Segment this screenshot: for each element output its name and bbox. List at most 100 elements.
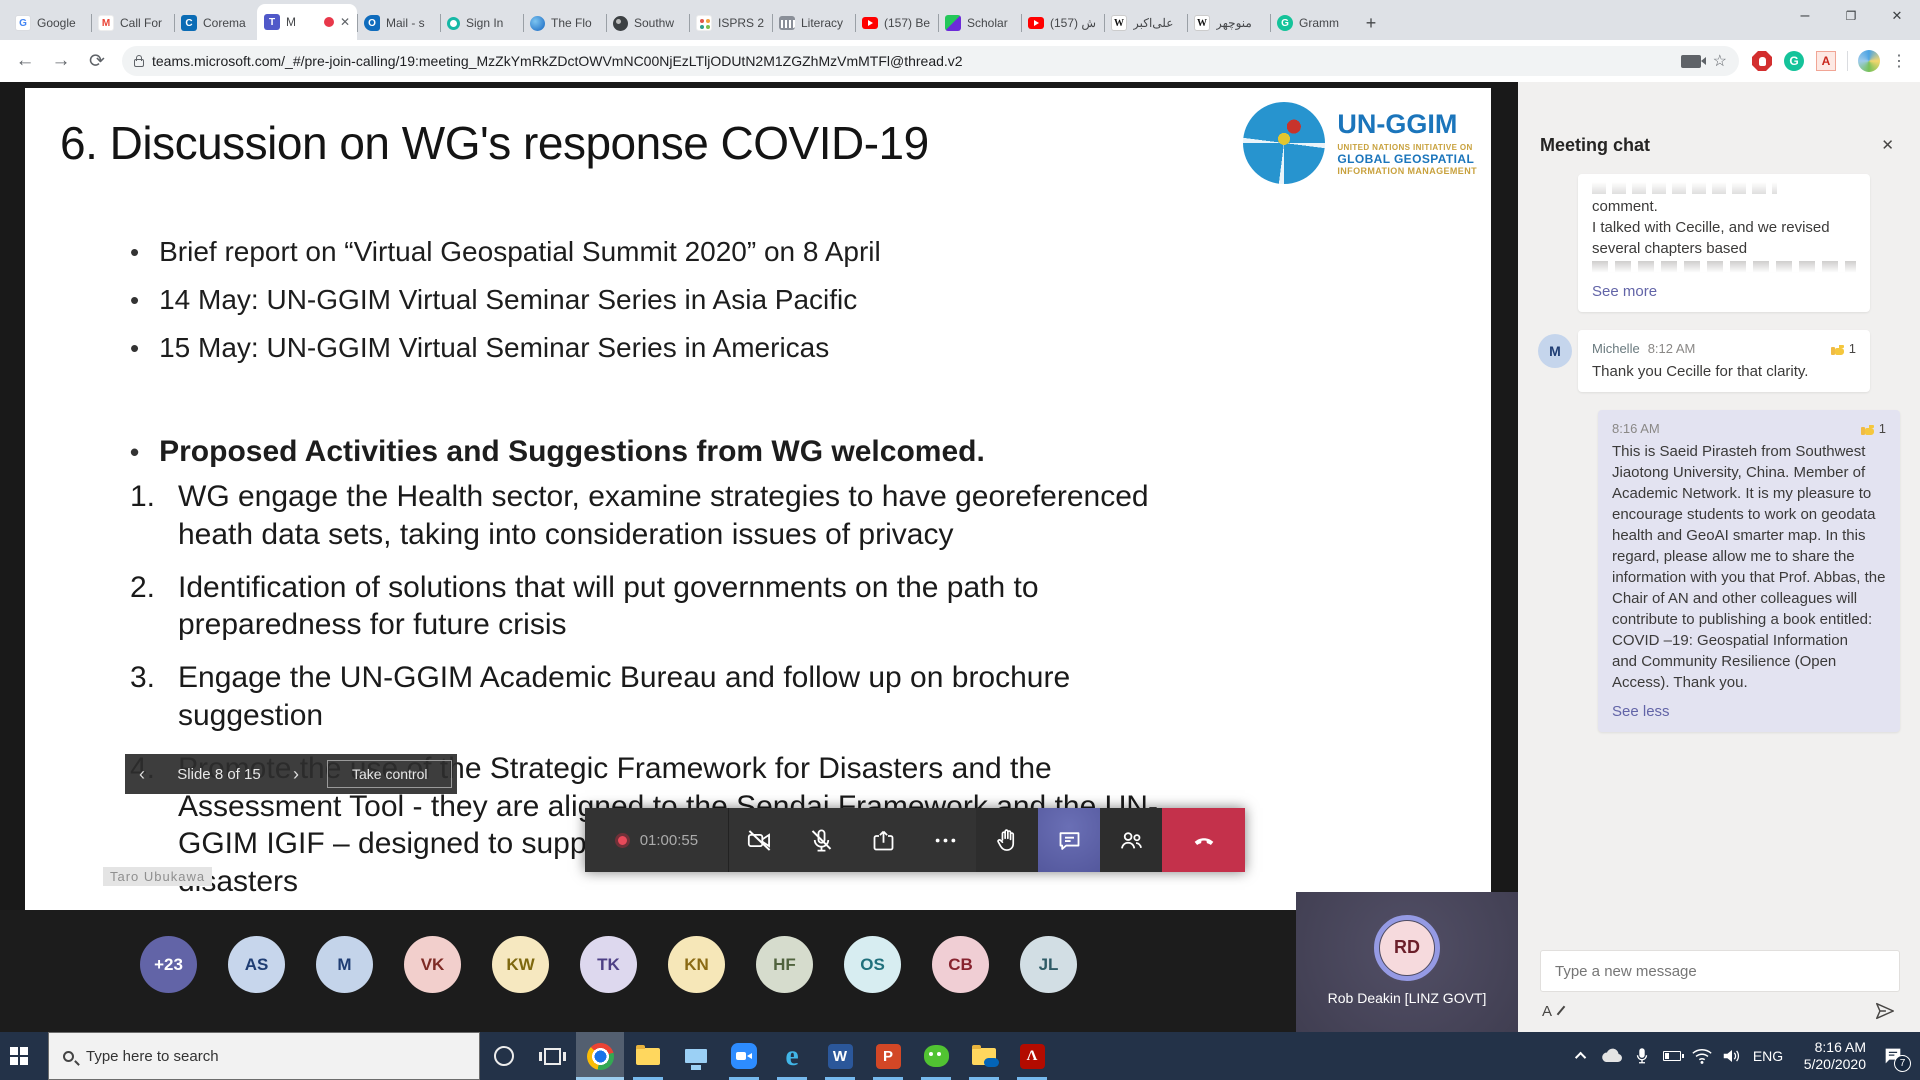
see-less-link[interactable]: See less bbox=[1612, 701, 1886, 722]
onedrive-tray-icon[interactable] bbox=[1598, 1032, 1626, 1080]
participant-avatar[interactable]: VK bbox=[404, 936, 461, 993]
sender-avatar[interactable]: M bbox=[1538, 334, 1572, 368]
participant-avatar[interactable]: JL bbox=[1020, 936, 1077, 993]
taskbar-onedrive[interactable] bbox=[960, 1032, 1008, 1080]
participant-avatar[interactable]: CB bbox=[932, 936, 989, 993]
next-slide-icon[interactable] bbox=[279, 764, 313, 785]
adobe-extension-icon[interactable]: A bbox=[1811, 46, 1841, 76]
browser-menu-icon[interactable] bbox=[1886, 51, 1912, 71]
camera-off-button[interactable] bbox=[729, 808, 791, 872]
maximize-button[interactable] bbox=[1828, 0, 1874, 32]
taskbar-clock[interactable]: 8:16 AM 5/20/2020 bbox=[1790, 1039, 1870, 1073]
taskbar-this-pc[interactable] bbox=[672, 1032, 720, 1080]
tab-close-icon[interactable]: ✕ bbox=[340, 15, 350, 29]
close-chat-icon[interactable] bbox=[1875, 132, 1900, 158]
participant-avatar[interactable]: AS bbox=[228, 936, 285, 993]
taskbar-internet-explorer[interactable]: e bbox=[768, 1032, 816, 1080]
bookmark-star-icon[interactable] bbox=[1713, 51, 1727, 71]
participant-avatar[interactable]: KW bbox=[492, 936, 549, 993]
participant-avatar[interactable]: TK bbox=[580, 936, 637, 993]
task-view-button[interactable] bbox=[528, 1032, 576, 1080]
taskbar-powerpoint[interactable]: P bbox=[864, 1032, 912, 1080]
tab-isprs[interactable]: ISPRS 2 bbox=[689, 6, 772, 40]
tab-corema[interactable]: CCorema bbox=[174, 6, 257, 40]
battery-tray-icon[interactable] bbox=[1658, 1032, 1686, 1080]
tab-signin[interactable]: Sign In bbox=[440, 6, 523, 40]
reaction-badge[interactable]: 1 bbox=[1861, 418, 1886, 439]
cortana-button[interactable] bbox=[480, 1032, 528, 1080]
participant-avatar[interactable]: OS bbox=[844, 936, 901, 993]
bullet-item-emphasis: Proposed Activities and Suggestions from… bbox=[130, 432, 1230, 473]
tab-teams-active[interactable]: T M ✕ bbox=[257, 4, 357, 40]
coursera-favicon: C bbox=[181, 15, 197, 31]
url-text[interactable]: teams.microsoft.com/_#/pre-join-calling/… bbox=[152, 53, 1673, 69]
previous-slide-icon[interactable] bbox=[125, 764, 159, 785]
taskbar-file-explorer[interactable] bbox=[624, 1032, 672, 1080]
taskbar-zoom[interactable] bbox=[720, 1032, 768, 1080]
windows-logo-icon bbox=[10, 1047, 18, 1055]
start-button[interactable] bbox=[0, 1032, 48, 1080]
taskbar-acrobat[interactable]: Λ bbox=[1008, 1032, 1056, 1080]
participant-filmstrip: +23 AS M VK KW TK KN HF OS CB JL RD Rob … bbox=[0, 910, 1518, 1032]
close-window-button[interactable] bbox=[1874, 0, 1920, 32]
tray-expand-button[interactable] bbox=[1568, 1032, 1596, 1080]
tab-literacy[interactable]: Literacy bbox=[772, 6, 855, 40]
wifi-tray-icon[interactable] bbox=[1688, 1032, 1716, 1080]
tab-wiki-2[interactable]: Wمنوچهر bbox=[1187, 6, 1270, 40]
tab-scholar[interactable]: Scholar bbox=[938, 6, 1021, 40]
back-button[interactable] bbox=[8, 44, 42, 78]
participant-avatar[interactable]: KN bbox=[668, 936, 725, 993]
grammarly-extension-icon[interactable]: G bbox=[1779, 46, 1809, 76]
reaction-badge[interactable]: 1 bbox=[1831, 338, 1856, 359]
un-ggim-globe-icon bbox=[1243, 102, 1325, 184]
address-bar[interactable]: teams.microsoft.com/_#/pre-join-calling/… bbox=[122, 46, 1739, 76]
microphone-tray-icon[interactable] bbox=[1628, 1032, 1656, 1080]
raise-hand-button[interactable] bbox=[976, 808, 1038, 872]
active-speaker-tile[interactable]: RD Rob Deakin [LINZ GOVT] bbox=[1296, 892, 1518, 1032]
lock-icon[interactable] bbox=[134, 59, 144, 67]
see-more-link[interactable]: See more bbox=[1592, 281, 1856, 302]
share-screen-button[interactable] bbox=[853, 808, 915, 872]
language-indicator[interactable]: ENG bbox=[1748, 1032, 1788, 1080]
participant-avatar[interactable]: HF bbox=[756, 936, 813, 993]
tab-youtube-2[interactable]: (157) ش bbox=[1021, 6, 1104, 40]
taskbar-search[interactable]: Type here to search bbox=[48, 1032, 480, 1080]
chat-toggle-button[interactable] bbox=[1038, 808, 1100, 872]
format-icon[interactable]: A bbox=[1542, 1003, 1562, 1020]
tab-southw[interactable]: Southw bbox=[606, 6, 689, 40]
tab-youtube-1[interactable]: (157) Be bbox=[855, 6, 938, 40]
action-center-button[interactable]: 7 bbox=[1872, 1032, 1914, 1080]
minimize-button[interactable] bbox=[1782, 0, 1828, 32]
hang-up-button[interactable] bbox=[1162, 808, 1245, 872]
more-options-button[interactable] bbox=[915, 808, 977, 872]
tab-theflo[interactable]: The Flo bbox=[523, 6, 606, 40]
taskbar-wechat[interactable] bbox=[912, 1032, 960, 1080]
taskbar-chrome[interactable] bbox=[576, 1032, 624, 1080]
participant-avatar[interactable]: M bbox=[316, 936, 373, 993]
globe-extension-icon[interactable] bbox=[1854, 46, 1884, 76]
bullet-item: 15 May: UN-GGIM Virtual Seminar Series i… bbox=[130, 329, 1230, 367]
chat-header: Meeting chat bbox=[1518, 82, 1920, 170]
send-icon[interactable] bbox=[1874, 1000, 1896, 1022]
overflow-participants-avatar[interactable]: +23 bbox=[140, 936, 197, 993]
take-control-button[interactable]: Take control bbox=[327, 760, 452, 788]
window-controls bbox=[1782, 0, 1920, 40]
taskbar-word[interactable]: W bbox=[816, 1032, 864, 1080]
tab-grammarly[interactable]: GGramm bbox=[1270, 6, 1353, 40]
meeting-chat-panel: Meeting chat comment. I talked with Ceci… bbox=[1518, 82, 1920, 1032]
camera-permission-icon[interactable] bbox=[1681, 55, 1701, 68]
tab-mail[interactable]: OMail - s bbox=[357, 6, 440, 40]
participants-button[interactable] bbox=[1100, 808, 1162, 872]
new-message-input[interactable] bbox=[1540, 950, 1900, 992]
tab-gmail[interactable]: MCall For bbox=[91, 6, 174, 40]
volume-tray-icon[interactable] bbox=[1718, 1032, 1746, 1080]
extension-separator bbox=[1847, 51, 1848, 71]
tab-wiki-1[interactable]: Wعلى‌اكبر bbox=[1104, 6, 1187, 40]
reload-button[interactable] bbox=[80, 44, 114, 78]
tab-google[interactable]: GGoogle bbox=[8, 6, 91, 40]
chat-message-list[interactable]: comment. I talked with Cecille, and we r… bbox=[1518, 170, 1920, 942]
forward-button[interactable] bbox=[44, 44, 78, 78]
mic-off-button[interactable] bbox=[791, 808, 853, 872]
new-tab-button[interactable]: + bbox=[1357, 9, 1385, 37]
adblock-extension-icon[interactable] bbox=[1747, 46, 1777, 76]
